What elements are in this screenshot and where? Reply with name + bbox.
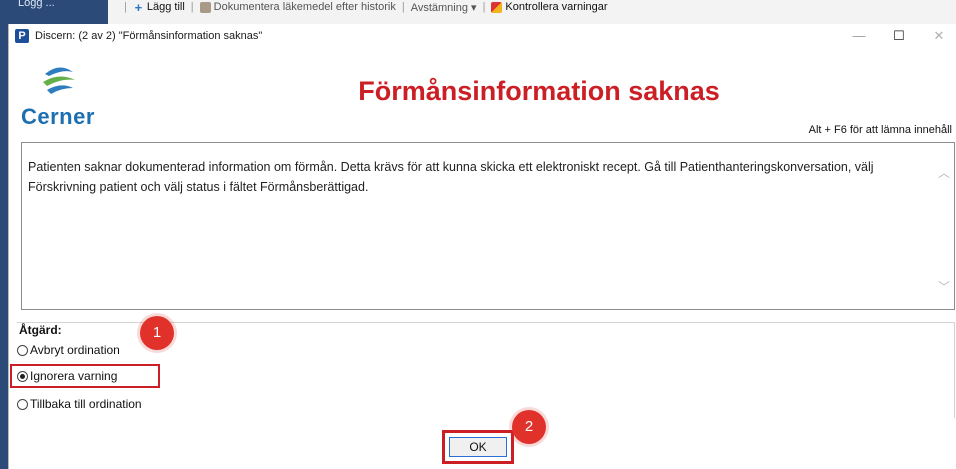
scroll-down-icon[interactable]: ﹀ (938, 281, 950, 293)
alert-heading: Förmånsinformation saknas (358, 76, 720, 106)
callout-step-1: 1 (140, 316, 174, 350)
ok-button[interactable]: OK (449, 437, 507, 457)
cerner-logo-icon (43, 67, 75, 94)
minimize-button[interactable]: — (839, 26, 879, 46)
scroll-up-icon[interactable]: ︿ (938, 167, 950, 179)
message-text: Patienten saknar dokumenterad informatio… (28, 160, 874, 194)
plus-icon: + (134, 0, 143, 14)
radio-back-to-order[interactable] (17, 398, 28, 410)
close-button[interactable]: ✕ (919, 26, 956, 46)
background-toolbar: | + Lägg till | Dokumentera läkemedel ef… (124, 0, 608, 14)
highlight-ok-button: OK (442, 430, 514, 464)
action-label: Åtgärd: (19, 323, 62, 337)
maximize-button[interactable]: ☐ (879, 26, 919, 46)
toolbar-check-warnings[interactable]: Kontrollera varningar (491, 1, 608, 13)
document-icon (199, 1, 211, 13)
background-logout-label: Logg ... (18, 0, 55, 9)
option-cancel-order[interactable]: Avbryt ordination (17, 343, 120, 357)
cerner-logo-text: Cerner (21, 104, 95, 129)
toolbar-document-by-history[interactable]: Dokumentera läkemedel efter historik (199, 1, 396, 13)
highlight-ignore-warning (10, 364, 160, 388)
option-back-to-order[interactable]: Tillbaka till ordination (17, 397, 142, 411)
toolbar-reconciliation[interactable]: Avstämning ▾ (411, 1, 477, 14)
radio-cancel-order[interactable] (17, 344, 28, 356)
dialog-title: Discern: (2 av 2) "Förmånsinformation sa… (35, 30, 263, 42)
toolbar-add[interactable]: + Lägg till (133, 0, 185, 14)
dialog-titlebar[interactable]: P Discern: (2 av 2) "Förmånsinformation … (9, 24, 956, 48)
keyboard-hint: Alt + F6 för att lämna innehåll (808, 124, 952, 136)
cerner-logo: Cerner (21, 60, 105, 129)
message-box[interactable]: Patienten saknar dokumenterad informatio… (21, 142, 955, 310)
app-icon: P (15, 29, 29, 43)
callout-step-2: 2 (512, 410, 546, 444)
check-warnings-icon (491, 1, 503, 13)
discern-dialog: P Discern: (2 av 2) "Förmånsinformation … (8, 24, 956, 469)
